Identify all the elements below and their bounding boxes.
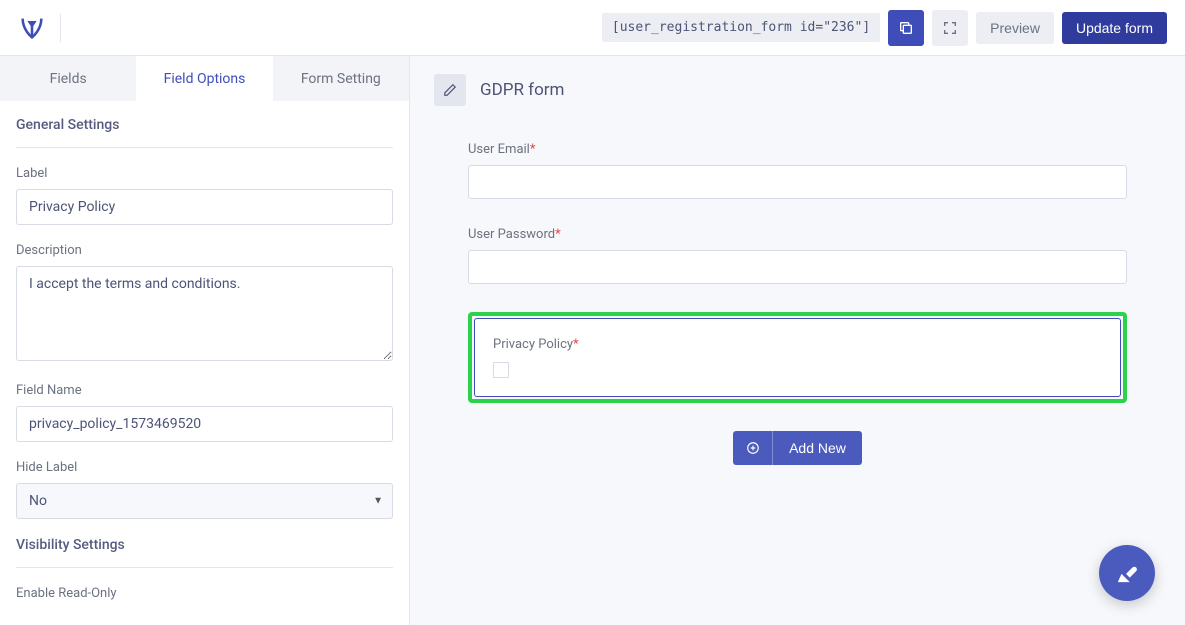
header-divider bbox=[60, 14, 61, 42]
label-input[interactable] bbox=[16, 189, 393, 225]
hide-label-label: Hide Label bbox=[16, 460, 393, 475]
visibility-settings-heading: Visibility Settings bbox=[16, 537, 393, 568]
shortcode-display: [user_registration_form id="236"] bbox=[602, 13, 880, 42]
enable-readonly-label: Enable Read-Only bbox=[16, 586, 393, 601]
help-fab[interactable] bbox=[1099, 545, 1155, 601]
update-form-button[interactable]: Update form bbox=[1062, 12, 1167, 44]
fullscreen-button[interactable] bbox=[932, 10, 968, 46]
tab-fields[interactable]: Fields bbox=[0, 56, 136, 101]
app-logo bbox=[18, 14, 46, 42]
privacy-checkbox-preview bbox=[493, 362, 509, 378]
hide-label-select[interactable]: No bbox=[16, 483, 393, 519]
form-title[interactable]: GDPR form bbox=[480, 80, 564, 100]
copy-shortcode-button[interactable] bbox=[888, 10, 924, 46]
form-field-privacy-selected[interactable]: Privacy Policy* bbox=[468, 312, 1127, 403]
edit-title-button[interactable] bbox=[434, 74, 466, 106]
field-name-label: Field Name bbox=[16, 383, 393, 398]
sidebar-tabs: Fields Field Options Form Setting bbox=[0, 56, 409, 101]
description-textarea[interactable]: I accept the terms and conditions. bbox=[16, 266, 393, 361]
preview-button[interactable]: Preview bbox=[976, 12, 1054, 44]
tab-field-options[interactable]: Field Options bbox=[136, 56, 272, 101]
add-new-button[interactable]: Add New bbox=[733, 431, 862, 465]
sidebar: Fields Field Options Form Setting Genera… bbox=[0, 56, 410, 625]
add-new-label: Add New bbox=[773, 440, 862, 456]
email-input-preview bbox=[468, 165, 1127, 199]
chevron-down-icon: ▼ bbox=[373, 496, 383, 507]
form-canvas: GDPR form User Email* User Password* Pri… bbox=[410, 56, 1185, 625]
form-field-password[interactable]: User Password* bbox=[468, 227, 1127, 284]
form-field-email[interactable]: User Email* bbox=[468, 142, 1127, 199]
plus-icon bbox=[733, 431, 773, 465]
email-field-label: User Email* bbox=[468, 142, 1127, 157]
privacy-field-label: Privacy Policy* bbox=[493, 337, 1102, 352]
label-field-label: Label bbox=[16, 166, 393, 181]
field-name-input[interactable] bbox=[16, 406, 393, 442]
description-field-label: Description bbox=[16, 243, 393, 258]
password-input-preview bbox=[468, 250, 1127, 284]
password-field-label: User Password* bbox=[468, 227, 1127, 242]
general-settings-heading: General Settings bbox=[16, 117, 393, 148]
tab-form-setting[interactable]: Form Setting bbox=[273, 56, 409, 101]
top-bar: [user_registration_form id="236"] Previe… bbox=[0, 0, 1185, 56]
